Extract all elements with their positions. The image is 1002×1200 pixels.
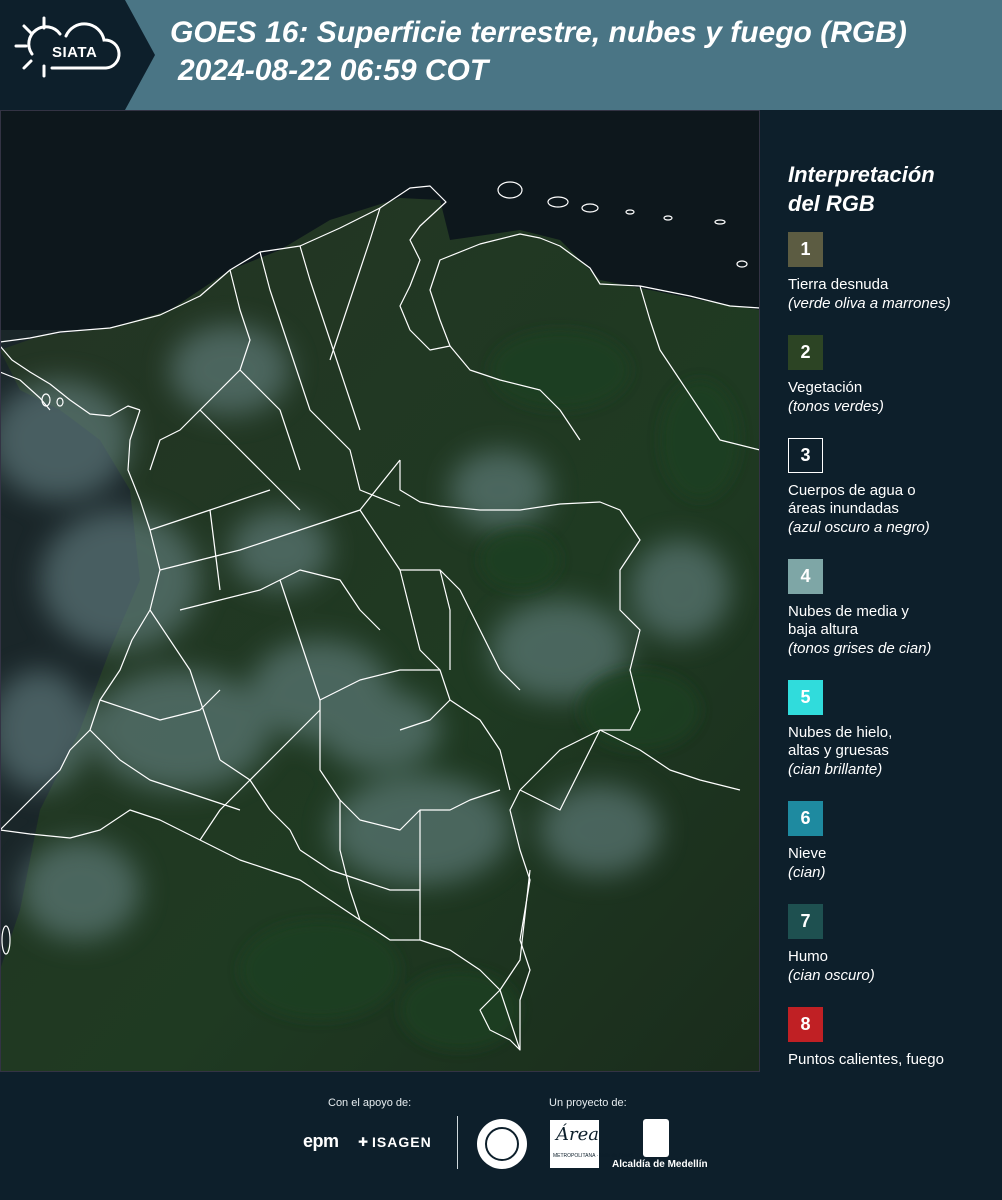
isagen-logo: ISAGEN [372, 1134, 432, 1150]
logo-text: SIATA [52, 44, 98, 61]
alcaldia-logo: Alcaldía de Medellín [612, 1159, 708, 1170]
area-metropolitana-logo: Área METROPOLITANA · Valle de Aburrá [550, 1120, 633, 1168]
timestamp: 2024-08-22 06:59 COT [178, 54, 489, 87]
legend-item: 2 Vegetación (tonos verdes) [788, 335, 993, 416]
legend-label: Vegetación [788, 379, 863, 396]
legend-item: 3 Cuerpos de agua o áreas inundadas (azul o… [788, 438, 993, 537]
legend-label: Tierra desnuda [788, 276, 889, 293]
satellite-map [0, 110, 760, 1072]
legend-item: 4 Nubes de media y baja altura (tonos grise… [788, 559, 993, 658]
page-title: GOES 16: Superficie terrestre, nubes y f… [170, 16, 907, 49]
legend-item: 5 Nubes de hielo, altas y gruesas (cian bri… [788, 680, 993, 779]
siata-logo: SIATA [0, 0, 155, 110]
legend-label: Puntos calientes, fuego [788, 1051, 944, 1068]
map-svg [0, 110, 760, 1072]
legend-label: Humo [788, 948, 829, 965]
legend-label: Nubes de hielo, altas y gruesas [788, 724, 893, 759]
epm-logo: epm [303, 1131, 339, 1151]
legend-item: 7 Humo (cian oscuro) [788, 904, 993, 985]
legend-swatch: 3 [788, 438, 823, 473]
legend-label: Cuerpos de agua o áreas inundadas [788, 482, 916, 517]
legend-swatch: 1 [788, 232, 823, 267]
isagen-icon: ✚ [358, 1135, 369, 1149]
university-seal-logo [477, 1119, 527, 1169]
alcaldia-shield-icon [643, 1119, 669, 1157]
legend-title: Interpretación del RGB [788, 162, 935, 216]
legend-item: 1 Tierra desnuda (verde oliva a marrones) [788, 232, 993, 313]
footer: Con el apoyo de: Un proyecto de: epm ✚ I… [0, 1072, 1002, 1200]
legend-sublabel: (cian brillante) [788, 761, 883, 778]
legend-swatch: 4 [788, 559, 823, 594]
legend-swatch: 7 [788, 904, 823, 939]
header-bar: SIATA GOES 16: Superficie terrestre, nub… [0, 0, 1002, 110]
legend-swatch: 6 [788, 801, 823, 836]
legend-swatch: 8 [788, 1007, 823, 1042]
legend-sublabel: (tonos verdes) [788, 398, 884, 415]
legend-sublabel: (azul oscuro a negro) [788, 519, 930, 536]
footer-divider [457, 1116, 458, 1169]
project-label: Un proyecto de: [549, 1097, 627, 1109]
legend-items: 1 Tierra desnuda (verde oliva a marrones) 2… [788, 232, 993, 1088]
legend-swatch: 2 [788, 335, 823, 370]
legend-sublabel: (tonos grises de cian) [788, 640, 932, 657]
legend: Interpretación del RGB 1 Tierra desnuda (v… [788, 160, 993, 1088]
legend-sublabel: (cian oscuro) [788, 967, 875, 984]
legend-sublabel: (verde oliva a marrones) [788, 295, 951, 312]
legend-sublabel: (cian) [788, 864, 826, 881]
legend-label: Nieve [788, 845, 827, 862]
legend-item: 6 Nieve (cian) [788, 801, 993, 882]
support-label: Con el apoyo de: [328, 1097, 412, 1109]
legend-label: Nubes de media y baja altura [788, 603, 909, 638]
legend-swatch: 5 [788, 680, 823, 715]
